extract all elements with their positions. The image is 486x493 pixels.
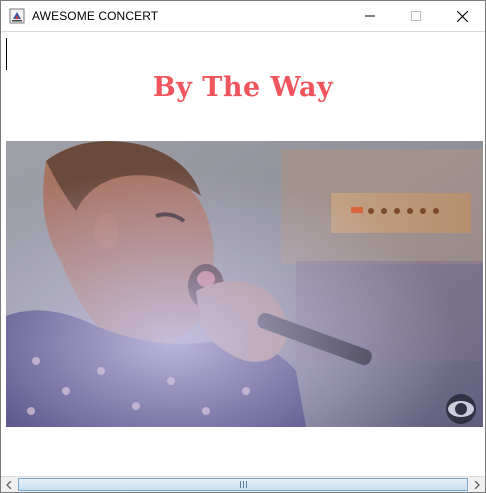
scrollbar-thumb[interactable] — [18, 478, 468, 491]
java-cup-icon — [9, 8, 25, 24]
horizontal-scrollbar[interactable] — [1, 476, 485, 492]
cbs-eye-icon — [446, 394, 476, 424]
title-bar[interactable]: AWESOME CONCERT — [1, 1, 485, 32]
close-button[interactable] — [439, 1, 485, 31]
minimize-icon — [365, 15, 375, 17]
concert-video-frame — [6, 141, 483, 427]
close-icon — [456, 10, 468, 22]
minimize-button[interactable] — [347, 1, 393, 31]
grip-icon — [239, 481, 247, 488]
concert-video[interactable] — [6, 141, 483, 427]
scroll-left-button[interactable] — [1, 477, 17, 492]
scroll-right-button[interactable] — [469, 477, 485, 492]
maximize-icon — [411, 11, 421, 21]
chevron-right-icon — [474, 481, 480, 489]
app-window: AWESOME CONCERT By The Way — [0, 0, 486, 493]
text-caret — [6, 38, 7, 70]
song-title: By The Way — [152, 72, 334, 103]
chevron-left-icon — [6, 481, 12, 489]
maximize-button[interactable] — [393, 1, 439, 31]
content-pane[interactable]: By The Way — [1, 32, 485, 476]
window-title: AWESOME CONCERT — [32, 9, 159, 23]
